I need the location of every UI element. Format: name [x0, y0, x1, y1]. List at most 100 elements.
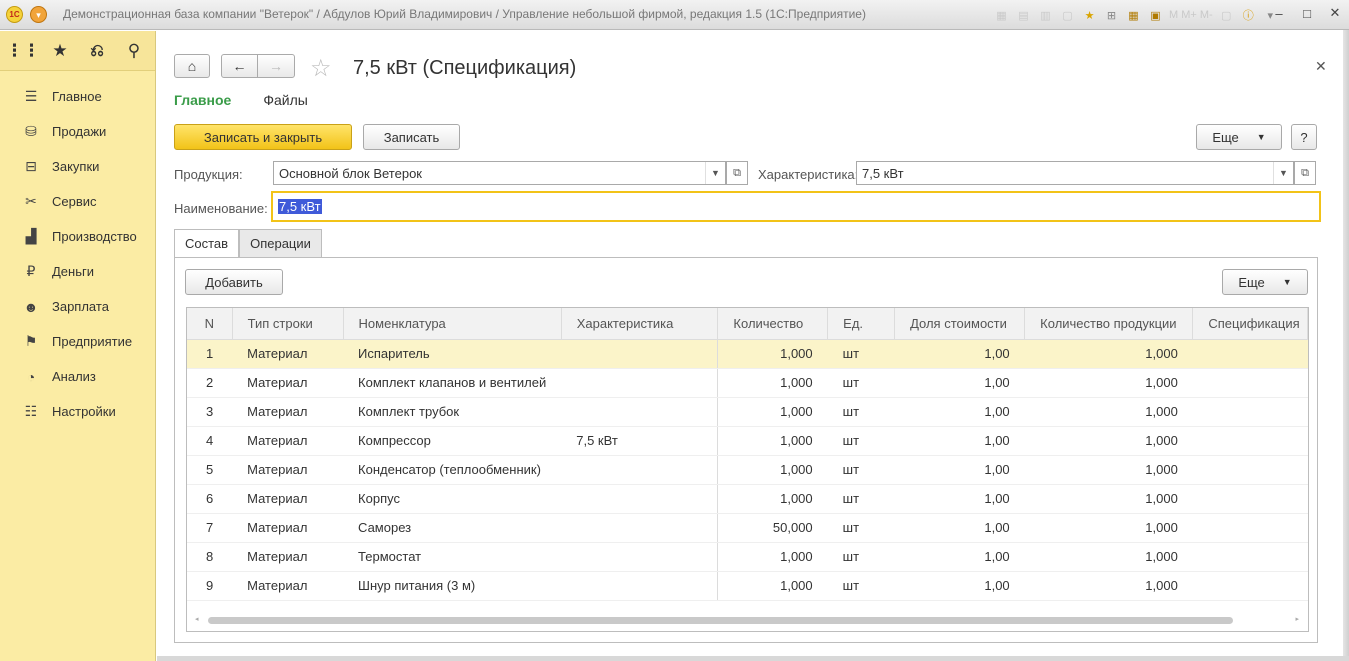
cell-product-qty[interactable]: 1,000	[1024, 484, 1193, 514]
cell-unit[interactable]: шт	[827, 513, 895, 543]
cell-nomenclature[interactable]: Испаритель	[343, 339, 562, 369]
apps-grid-icon[interactable]: ⋮⋮	[6, 41, 40, 60]
dropdown-arrow-icon[interactable]: ▼	[1273, 162, 1293, 184]
cell-characteristic[interactable]	[561, 397, 719, 427]
table-row[interactable]: 1 Материал Испаритель 1,000 шт 1,00 1,000	[187, 339, 1308, 369]
tab-composition[interactable]: Состав	[174, 229, 239, 257]
cell-unit[interactable]: шт	[827, 484, 895, 514]
cell-cost-share[interactable]: 1,00	[894, 426, 1025, 456]
cell-row-type[interactable]: Материал	[232, 455, 344, 485]
cell-quantity[interactable]: 50,000	[717, 513, 828, 543]
close-window-icon[interactable]: ✕	[1327, 5, 1343, 21]
table-row[interactable]: 5 Материал Конденсатор (теплообменник) 1,00…	[187, 455, 1308, 485]
cell-characteristic[interactable]	[561, 542, 719, 572]
scroll-right-icon[interactable]: ▸	[1295, 615, 1299, 623]
sidebar-item[interactable]: ☻ Зарплата	[0, 289, 155, 324]
tab-operations[interactable]: Операции	[239, 229, 322, 257]
cell-product-qty[interactable]: 1,000	[1024, 571, 1193, 601]
table-more-button[interactable]: Еще ▼	[1222, 269, 1308, 295]
table-row[interactable]: 6 Материал Корпус 1,000 шт 1,00 1,000	[187, 484, 1308, 514]
cell-n[interactable]: 2	[187, 368, 233, 398]
cell-row-type[interactable]: Материал	[232, 484, 344, 514]
cell-specification[interactable]	[1192, 542, 1308, 572]
cell-cost-share[interactable]: 1,00	[894, 397, 1025, 427]
more-button[interactable]: Еще ▼	[1196, 124, 1282, 150]
cell-n[interactable]: 3	[187, 397, 233, 427]
cell-nomenclature[interactable]: Комплект трубок	[343, 397, 562, 427]
sidebar-item[interactable]: ⚑ Предприятие	[0, 324, 155, 359]
sidebar-item[interactable]: ₽ Деньги	[0, 254, 155, 289]
calendar-icon[interactable]: ▣	[1147, 7, 1164, 24]
cell-cost-share[interactable]: 1,00	[894, 571, 1025, 601]
cell-characteristic[interactable]: 7,5 кВт	[561, 426, 719, 456]
info-icon[interactable]: ⓘ	[1240, 7, 1257, 24]
cell-nomenclature[interactable]: Компрессор	[343, 426, 562, 456]
col-header-quantity[interactable]: Количество	[717, 308, 829, 340]
add-button[interactable]: Добавить	[185, 269, 283, 295]
cell-cost-share[interactable]: 1,00	[894, 368, 1025, 398]
cell-cost-share[interactable]: 1,00	[894, 339, 1025, 369]
calculator-icon[interactable]: ▦	[1125, 7, 1142, 24]
cell-unit[interactable]: шт	[827, 455, 895, 485]
col-header-product-qty[interactable]: Количество продукции	[1024, 308, 1194, 340]
sidebar-item[interactable]: ▟ Производство	[0, 219, 155, 254]
cell-row-type[interactable]: Материал	[232, 571, 344, 601]
cell-unit[interactable]: шт	[827, 397, 895, 427]
sidebar-item[interactable]: ⛁ Продажи	[0, 114, 155, 149]
back-button[interactable]: ←	[221, 54, 258, 78]
table-row[interactable]: 7 Материал Саморез 50,000 шт 1,00 1,000	[187, 513, 1308, 543]
tab-main[interactable]: Главное	[174, 92, 231, 108]
home-button[interactable]: ⌂	[174, 54, 210, 78]
cell-specification[interactable]	[1192, 455, 1308, 485]
table-row[interactable]: 8 Материал Термостат 1,000 шт 1,00 1,000	[187, 542, 1308, 572]
grid-icon[interactable]: ▦	[993, 7, 1010, 24]
cell-specification[interactable]	[1192, 426, 1308, 456]
sidebar-item[interactable]: ✂ Сервис	[0, 184, 155, 219]
table-row[interactable]: 9 Материал Шнур питания (3 м) 1,000 шт 1,00 1,…	[187, 571, 1308, 601]
cell-specification[interactable]	[1192, 339, 1308, 369]
cell-nomenclature[interactable]: Конденсатор (теплообменник)	[343, 455, 562, 485]
cell-characteristic[interactable]	[561, 455, 719, 485]
cell-quantity[interactable]: 1,000	[717, 368, 828, 398]
favorite-add-icon[interactable]: ★	[1081, 7, 1098, 24]
characteristic-field[interactable]: 7,5 кВт ▼	[856, 161, 1294, 185]
table-row[interactable]: 4 Материал Компрессор 7,5 кВт 1,000 шт 1,00 1,0…	[187, 426, 1308, 456]
cell-nomenclature[interactable]: Шнур питания (3 м)	[343, 571, 562, 601]
cell-characteristic[interactable]	[561, 571, 719, 601]
cell-quantity[interactable]: 1,000	[717, 397, 828, 427]
zoom-icon[interactable]: ▢	[1218, 7, 1235, 24]
cell-n[interactable]: 8	[187, 542, 233, 572]
cell-quantity[interactable]: 1,000	[717, 542, 828, 572]
cell-quantity[interactable]: 1,000	[717, 426, 828, 456]
cell-specification[interactable]	[1192, 368, 1308, 398]
cell-n[interactable]: 9	[187, 571, 233, 601]
col-header-unit[interactable]: Ед.	[827, 308, 896, 340]
cell-cost-share[interactable]: 1,00	[894, 455, 1025, 485]
col-header-specification[interactable]: Спецификация	[1192, 308, 1308, 340]
cell-product-qty[interactable]: 1,000	[1024, 339, 1193, 369]
cell-product-qty[interactable]: 1,000	[1024, 397, 1193, 427]
horizontal-scrollbar[interactable]: ◂ ▸	[193, 615, 1301, 625]
cell-nomenclature[interactable]: Саморез	[343, 513, 562, 543]
cell-row-type[interactable]: Материал	[232, 339, 344, 369]
memory-buttons[interactable]: M M+ M-	[1169, 9, 1213, 21]
cell-row-type[interactable]: Материал	[232, 542, 344, 572]
cell-specification[interactable]	[1192, 484, 1308, 514]
cell-n[interactable]: 6	[187, 484, 233, 514]
cell-n[interactable]: 5	[187, 455, 233, 485]
cell-unit[interactable]: шт	[827, 339, 895, 369]
cell-n[interactable]: 1	[187, 339, 233, 369]
cell-product-qty[interactable]: 1,000	[1024, 542, 1193, 572]
maximize-icon[interactable]: □	[1299, 5, 1315, 21]
name-field[interactable]: 7,5 кВт	[271, 191, 1321, 222]
cell-quantity[interactable]: 1,000	[717, 455, 828, 485]
scroll-left-icon[interactable]: ◂	[195, 615, 199, 623]
sidebar-item[interactable]: ☰ Главное	[0, 79, 155, 114]
link-icon[interactable]: ⊞	[1103, 7, 1120, 24]
col-header-cost-share[interactable]: Доля стоимости	[894, 308, 1026, 340]
close-form-icon[interactable]: ✕	[1315, 58, 1327, 75]
save-button[interactable]: Записать	[363, 124, 460, 150]
favorites-star-icon[interactable]: ★	[51, 41, 69, 60]
cell-row-type[interactable]: Материал	[232, 513, 344, 543]
cell-unit[interactable]: шт	[827, 571, 895, 601]
